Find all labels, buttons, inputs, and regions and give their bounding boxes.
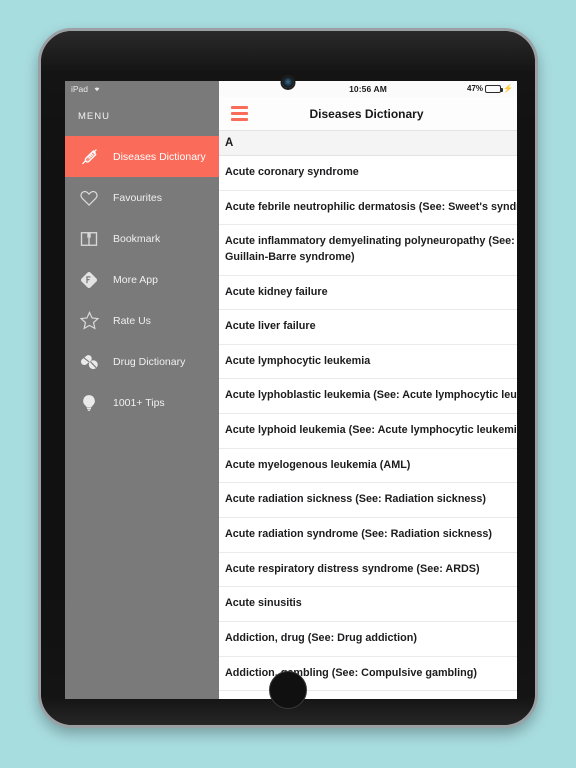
front-camera-icon	[282, 77, 294, 88]
sidebar-item-label: Bookmark	[113, 232, 161, 245]
sidebar-item-diseases-dictionary[interactable]: Diseases Dictionary	[65, 136, 219, 177]
list-item[interactable]: Acute liver failure	[219, 310, 517, 345]
home-button[interactable]	[269, 671, 307, 709]
sidebar-item-label: 1001+ Tips	[113, 396, 165, 409]
battery-percent-label: 47%	[467, 84, 484, 93]
device-name-label: iPad	[71, 84, 89, 94]
sidebar-item-label: Diseases Dictionary	[113, 150, 206, 163]
device-screen: iPad 10:56 AM 47% ⚡ MENU Diseases Dictio…	[65, 81, 517, 699]
lightning-bolt-icon: ⚡	[503, 84, 513, 93]
battery-icon	[485, 85, 504, 93]
list-item[interactable]: Acute myelogenous leukemia (AML)	[219, 449, 517, 484]
list-item[interactable]: Acute radiation sickness (See: Radiation…	[219, 483, 517, 519]
star-icon	[78, 310, 100, 332]
wifi-icon	[92, 81, 102, 97]
main-content: Diseases Dictionary A Acute coronary syn…	[219, 97, 517, 699]
list-item[interactable]: Acute coronary syndrome	[219, 156, 517, 191]
open-book-icon	[78, 228, 100, 250]
sidebar-item-label: Favourites	[113, 191, 163, 204]
top-navigation-bar: Diseases Dictionary	[219, 97, 517, 130]
status-bar-left: iPad	[65, 81, 219, 97]
disease-list[interactable]: Acute coronary syndrome Acute febrile neu…	[219, 156, 517, 699]
syringe-icon	[78, 146, 100, 168]
sidebar-item-rate-us[interactable]: Rate Us	[65, 300, 219, 341]
list-item[interactable]: Addiction, gambling (See: Compulsive gam…	[219, 657, 517, 692]
list-item[interactable]: Acute kidney failure	[219, 276, 517, 311]
list-item[interactable]: Addiction, nicotine (See: Nicotine depen…	[219, 691, 517, 699]
list-item[interactable]: Acute lymphocytic leukemia	[219, 345, 517, 380]
sidebar-item-favourites[interactable]: Favourites	[65, 177, 219, 218]
list-item[interactable]: Acute inflammatory demyelinating polyneu…	[219, 225, 517, 276]
sidebar-item-tips[interactable]: 1001+ Tips	[65, 382, 219, 423]
sidebar-item-label: Drug Dictionary	[113, 355, 186, 368]
sidebar-item-drug-dictionary[interactable]: Drug Dictionary	[65, 341, 219, 382]
page-title: Diseases Dictionary	[309, 106, 424, 121]
status-bar-clock: 10:56 AM	[349, 84, 387, 94]
hamburger-menu-icon[interactable]	[231, 106, 248, 121]
menu-heading: MENU	[78, 111, 110, 122]
sidebar-item-label: More App	[113, 273, 158, 286]
list-item[interactable]: Acute respiratory distress syndrome (See…	[219, 553, 517, 588]
app-diamond-icon	[78, 269, 100, 291]
lightbulb-icon	[78, 392, 100, 414]
battery-indicator: 47% ⚡	[467, 81, 513, 97]
sidebar-item-label: Rate Us	[113, 314, 151, 327]
status-bar-right: 10:56 AM 47% ⚡	[219, 81, 517, 97]
list-item[interactable]: Acute febrile neutrophilic dermatosis (S…	[219, 191, 517, 226]
heart-icon	[78, 187, 100, 209]
list-item[interactable]: Addiction, drug (See: Drug addiction)	[219, 622, 517, 657]
sidebar-item-more-app[interactable]: More App	[65, 259, 219, 300]
app-body: MENU Diseases Dictionary Favourites Book…	[65, 97, 517, 699]
list-section-header: A	[219, 130, 517, 156]
sidebar-item-bookmark[interactable]: Bookmark	[65, 218, 219, 259]
list-item[interactable]: Acute radiation syndrome (See: Radiation…	[219, 518, 517, 553]
sidebar-menu: MENU Diseases Dictionary Favourites Book…	[65, 97, 219, 699]
list-item[interactable]: Acute lyphoid leukemia (See: Acute lymph…	[219, 414, 517, 449]
pills-icon	[78, 351, 100, 373]
list-item[interactable]: Acute sinusitis	[219, 587, 517, 622]
list-item[interactable]: Acute lyphoblastic leukemia (See: Acute …	[219, 379, 517, 415]
tablet-device-frame: iPad 10:56 AM 47% ⚡ MENU Diseases Dictio…	[38, 28, 538, 728]
